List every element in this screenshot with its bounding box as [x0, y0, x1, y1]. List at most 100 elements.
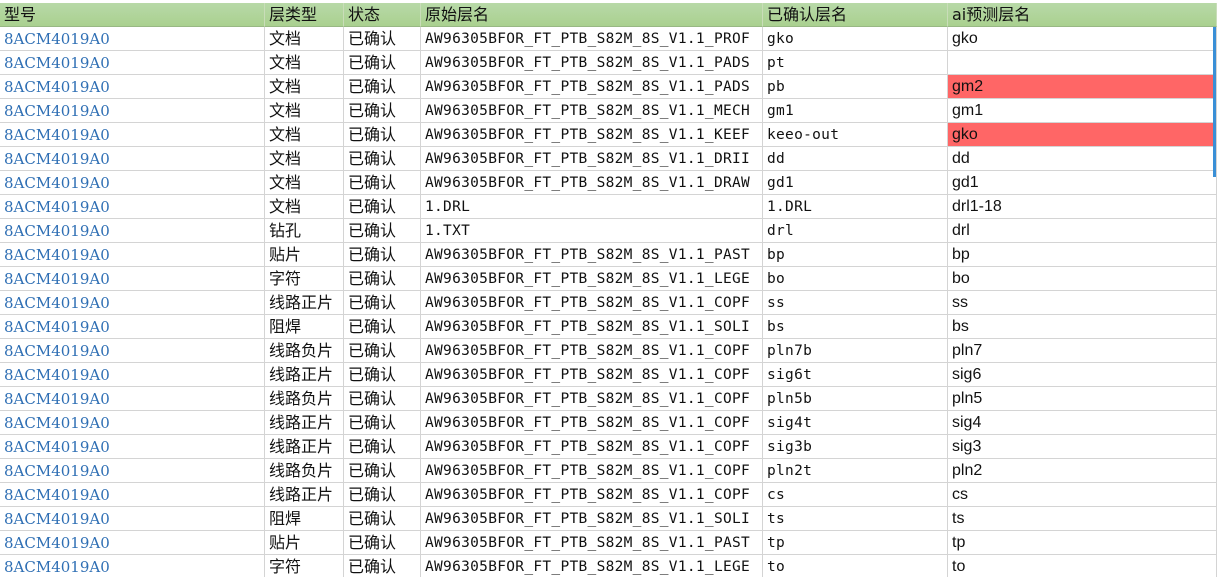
cell-confirmed-layer-name[interactable]: gm1 — [763, 99, 948, 123]
cell-layer-type[interactable]: 文档 — [265, 75, 344, 99]
cell-confirmed-layer-name[interactable]: pt — [763, 51, 948, 75]
cell-status[interactable]: 已确认 — [344, 411, 421, 435]
cell-model[interactable]: 8ACM4019A0 — [0, 363, 265, 387]
cell-ai-predicted-layer-name[interactable]: bs — [948, 315, 1217, 339]
cell-model[interactable]: 8ACM4019A0 — [0, 51, 265, 75]
cell-original-layer-name[interactable]: AW96305BFOR_FT_PTB_S82M_8S_V1.1_PAST — [421, 531, 763, 555]
cell-status[interactable]: 已确认 — [344, 99, 421, 123]
cell-model[interactable]: 8ACM4019A0 — [0, 459, 265, 483]
cell-confirmed-layer-name[interactable]: pln7b — [763, 339, 948, 363]
cell-layer-type[interactable]: 线路正片 — [265, 483, 344, 507]
cell-ai-predicted-layer-name[interactable]: gko — [948, 123, 1217, 147]
cell-confirmed-layer-name[interactable]: to — [763, 555, 948, 577]
cell-model[interactable]: 8ACM4019A0 — [0, 339, 265, 363]
cell-ai-predicted-layer-name[interactable]: tp — [948, 531, 1217, 555]
cell-original-layer-name[interactable]: AW96305BFOR_FT_PTB_S82M_8S_V1.1_DRAW — [421, 171, 763, 195]
cell-original-layer-name[interactable]: AW96305BFOR_FT_PTB_S82M_8S_V1.1_COPF — [421, 339, 763, 363]
header-original-layer-name[interactable]: 原始层名 — [421, 3, 763, 27]
cell-model[interactable]: 8ACM4019A0 — [0, 123, 265, 147]
cell-original-layer-name[interactable]: 1.DRL — [421, 195, 763, 219]
cell-original-layer-name[interactable]: AW96305BFOR_FT_PTB_S82M_8S_V1.1_PADS — [421, 75, 763, 99]
cell-ai-predicted-layer-name[interactable]: pln5 — [948, 387, 1217, 411]
cell-layer-type[interactable]: 线路正片 — [265, 411, 344, 435]
cell-confirmed-layer-name[interactable]: pln2t — [763, 459, 948, 483]
cell-model[interactable]: 8ACM4019A0 — [0, 267, 265, 291]
cell-ai-predicted-layer-name[interactable]: gm2 — [948, 75, 1217, 99]
cell-ai-predicted-layer-name[interactable]: gd1 — [948, 171, 1217, 195]
cell-original-layer-name[interactable]: AW96305BFOR_FT_PTB_S82M_8S_V1.1_PADS — [421, 51, 763, 75]
cell-model[interactable]: 8ACM4019A0 — [0, 75, 265, 99]
cell-status[interactable]: 已确认 — [344, 435, 421, 459]
cell-confirmed-layer-name[interactable]: sig4t — [763, 411, 948, 435]
cell-original-layer-name[interactable]: AW96305BFOR_FT_PTB_S82M_8S_V1.1_COPF — [421, 411, 763, 435]
cell-confirmed-layer-name[interactable]: 1.DRL — [763, 195, 948, 219]
cell-model[interactable]: 8ACM4019A0 — [0, 243, 265, 267]
cell-original-layer-name[interactable]: AW96305BFOR_FT_PTB_S82M_8S_V1.1_LEGE — [421, 267, 763, 291]
cell-original-layer-name[interactable]: AW96305BFOR_FT_PTB_S82M_8S_V1.1_SOLI — [421, 507, 763, 531]
cell-original-layer-name[interactable]: AW96305BFOR_FT_PTB_S82M_8S_V1.1_SOLI — [421, 315, 763, 339]
cell-layer-type[interactable]: 文档 — [265, 27, 344, 51]
cell-model[interactable]: 8ACM4019A0 — [0, 171, 265, 195]
cell-ai-predicted-layer-name[interactable]: sig4 — [948, 411, 1217, 435]
cell-ai-predicted-layer-name[interactable]: cs — [948, 483, 1217, 507]
cell-model[interactable]: 8ACM4019A0 — [0, 483, 265, 507]
cell-status[interactable]: 已确认 — [344, 507, 421, 531]
cell-status[interactable]: 已确认 — [344, 363, 421, 387]
cell-original-layer-name[interactable]: AW96305BFOR_FT_PTB_S82M_8S_V1.1_DRII — [421, 147, 763, 171]
cell-ai-predicted-layer-name[interactable]: bo — [948, 267, 1217, 291]
cell-model[interactable]: 8ACM4019A0 — [0, 531, 265, 555]
cell-ai-predicted-layer-name[interactable] — [948, 51, 1217, 75]
cell-confirmed-layer-name[interactable]: ss — [763, 291, 948, 315]
cell-confirmed-layer-name[interactable]: keeo-out — [763, 123, 948, 147]
cell-confirmed-layer-name[interactable]: bp — [763, 243, 948, 267]
cell-status[interactable]: 已确认 — [344, 555, 421, 577]
cell-confirmed-layer-name[interactable]: sig3b — [763, 435, 948, 459]
cell-model[interactable]: 8ACM4019A0 — [0, 147, 265, 171]
cell-original-layer-name[interactable]: AW96305BFOR_FT_PTB_S82M_8S_V1.1_PROF — [421, 27, 763, 51]
cell-status[interactable]: 已确认 — [344, 531, 421, 555]
cell-status[interactable]: 已确认 — [344, 219, 421, 243]
cell-status[interactable]: 已确认 — [344, 51, 421, 75]
cell-layer-type[interactable]: 贴片 — [265, 531, 344, 555]
cell-confirmed-layer-name[interactable]: cs — [763, 483, 948, 507]
cell-layer-type[interactable]: 文档 — [265, 123, 344, 147]
cell-ai-predicted-layer-name[interactable]: ts — [948, 507, 1217, 531]
cell-model[interactable]: 8ACM4019A0 — [0, 291, 265, 315]
cell-confirmed-layer-name[interactable]: tp — [763, 531, 948, 555]
cell-status[interactable]: 已确认 — [344, 483, 421, 507]
cell-confirmed-layer-name[interactable]: gko — [763, 27, 948, 51]
cell-status[interactable]: 已确认 — [344, 315, 421, 339]
cell-model[interactable]: 8ACM4019A0 — [0, 219, 265, 243]
header-confirmed-layer-name[interactable]: 已确认层名 — [763, 3, 948, 27]
cell-layer-type[interactable]: 线路负片 — [265, 387, 344, 411]
cell-ai-predicted-layer-name[interactable]: dd — [948, 147, 1217, 171]
cell-ai-predicted-layer-name[interactable]: sig6 — [948, 363, 1217, 387]
cell-status[interactable]: 已确认 — [344, 171, 421, 195]
header-model[interactable]: 型号 — [0, 3, 265, 27]
header-status[interactable]: 状态 — [344, 3, 421, 27]
header-ai-predicted-layer-name[interactable]: ai预测层名 — [948, 3, 1217, 27]
cell-confirmed-layer-name[interactable]: sig6t — [763, 363, 948, 387]
cell-layer-type[interactable]: 贴片 — [265, 243, 344, 267]
cell-original-layer-name[interactable]: AW96305BFOR_FT_PTB_S82M_8S_V1.1_MECH — [421, 99, 763, 123]
cell-model[interactable]: 8ACM4019A0 — [0, 315, 265, 339]
cell-ai-predicted-layer-name[interactable]: ss — [948, 291, 1217, 315]
cell-layer-type[interactable]: 钻孔 — [265, 219, 344, 243]
cell-status[interactable]: 已确认 — [344, 291, 421, 315]
cell-layer-type[interactable]: 线路负片 — [265, 339, 344, 363]
cell-layer-type[interactable]: 线路正片 — [265, 435, 344, 459]
cell-layer-type[interactable]: 文档 — [265, 99, 344, 123]
cell-status[interactable]: 已确认 — [344, 243, 421, 267]
cell-ai-predicted-layer-name[interactable]: to — [948, 555, 1217, 577]
cell-original-layer-name[interactable]: AW96305BFOR_FT_PTB_S82M_8S_V1.1_COPF — [421, 363, 763, 387]
cell-status[interactable]: 已确认 — [344, 27, 421, 51]
cell-layer-type[interactable]: 字符 — [265, 267, 344, 291]
cell-status[interactable]: 已确认 — [344, 267, 421, 291]
cell-ai-predicted-layer-name[interactable]: pln2 — [948, 459, 1217, 483]
cell-original-layer-name[interactable]: 1.TXT — [421, 219, 763, 243]
cell-model[interactable]: 8ACM4019A0 — [0, 195, 265, 219]
cell-confirmed-layer-name[interactable]: dd — [763, 147, 948, 171]
cell-layer-type[interactable]: 线路正片 — [265, 291, 344, 315]
cell-original-layer-name[interactable]: AW96305BFOR_FT_PTB_S82M_8S_V1.1_KEEF — [421, 123, 763, 147]
cell-confirmed-layer-name[interactable]: ts — [763, 507, 948, 531]
